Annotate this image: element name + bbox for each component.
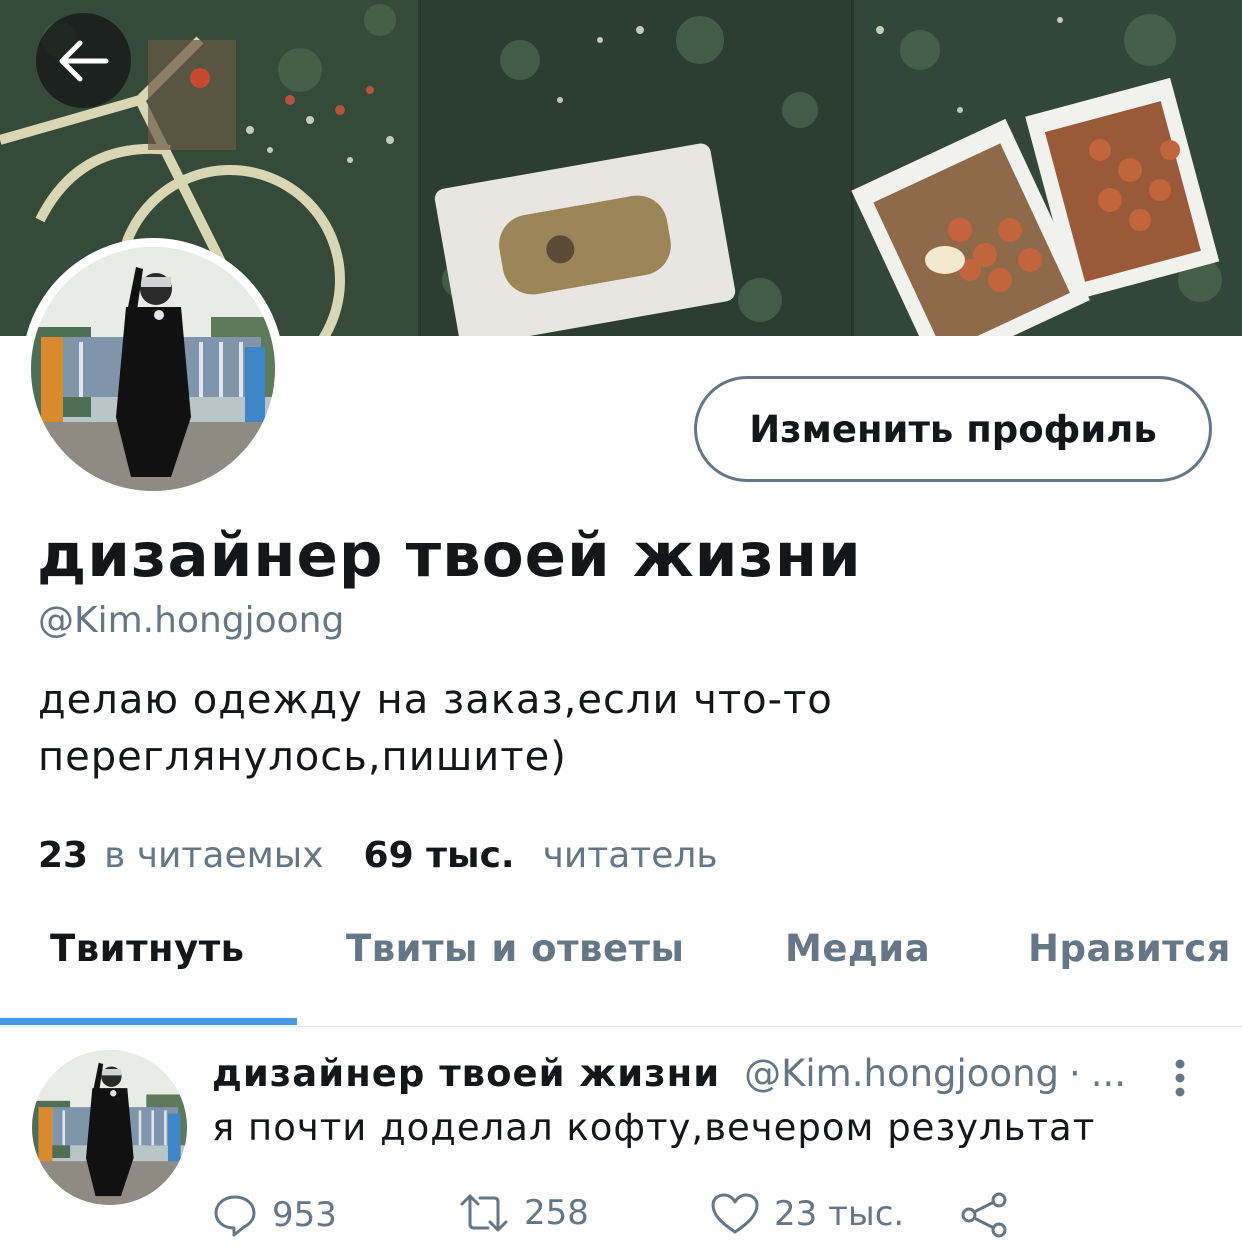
arrow-left-icon: [59, 40, 108, 81]
reply-count: 953: [272, 1195, 337, 1235]
tab-likes[interactable]: Нравится: [1028, 927, 1231, 970]
profile-stats: 23 в читаемых 69 тыс. читатель: [38, 835, 718, 876]
following-count[interactable]: 23: [38, 835, 88, 876]
share-button[interactable]: [960, 1192, 1024, 1238]
followers-count[interactable]: 69 тыс.: [364, 835, 515, 876]
tab-tweets[interactable]: Твитнуть: [50, 927, 245, 970]
profile-bio: делаю одежду на заказ,если что-то перегл…: [38, 677, 833, 780]
profile-avatar[interactable]: [22, 238, 284, 500]
profile-display-name: дизайнер твоей жизни: [37, 520, 862, 591]
tweet-author-name[interactable]: дизайнер твоей жизни: [212, 1052, 720, 1095]
share-icon: [961, 1192, 1007, 1238]
tweet-more-button[interactable]: [1166, 1058, 1194, 1098]
edit-profile-button[interactable]: Изменить профиль: [694, 376, 1212, 482]
active-tab-indicator: [0, 1018, 297, 1025]
retweet-count: 258: [524, 1193, 589, 1233]
like-count: 23 тыс.: [774, 1194, 905, 1234]
profile-handle: @Kim.hongjoong: [38, 600, 345, 641]
reply-icon: [214, 1195, 256, 1237]
retweet-button[interactable]: 258: [458, 1192, 589, 1234]
following-label[interactable]: в читаемых: [104, 835, 323, 876]
followers-label[interactable]: читатель: [543, 835, 718, 876]
profile-tabs: Твитнуть Твиты и ответы Медиа Нравится: [0, 905, 1242, 1025]
reply-button[interactable]: 953: [212, 1192, 337, 1238]
more-vertical-icon: [1175, 1059, 1185, 1097]
avatar-image: [31, 247, 275, 491]
heart-icon: [711, 1193, 759, 1234]
tweet-time: ...: [1090, 1052, 1127, 1095]
tweet-header: дизайнер твоей жизни @Kim.hongjoong · ..…: [212, 1052, 1126, 1095]
tweet-separator: ·: [1069, 1052, 1081, 1095]
tweet-author-handle[interactable]: @Kim.hongjoong: [744, 1052, 1059, 1095]
retweet-icon: [460, 1194, 508, 1232]
avatar-image: [32, 1050, 187, 1205]
tab-media[interactable]: Медиа: [785, 927, 930, 970]
back-button[interactable]: [36, 13, 131, 108]
tweet-text: я почти доделал кофту,вечером результат: [212, 1106, 1096, 1149]
tab-tweets-and-replies[interactable]: Твиты и ответы: [346, 927, 684, 970]
tweet-actions: 953 258 23 тыс.: [212, 1192, 1032, 1246]
avatar: [31, 247, 275, 491]
like-button[interactable]: 23 тыс.: [710, 1192, 904, 1236]
tweet-avatar[interactable]: [32, 1050, 187, 1205]
divider: [0, 1026, 1242, 1027]
